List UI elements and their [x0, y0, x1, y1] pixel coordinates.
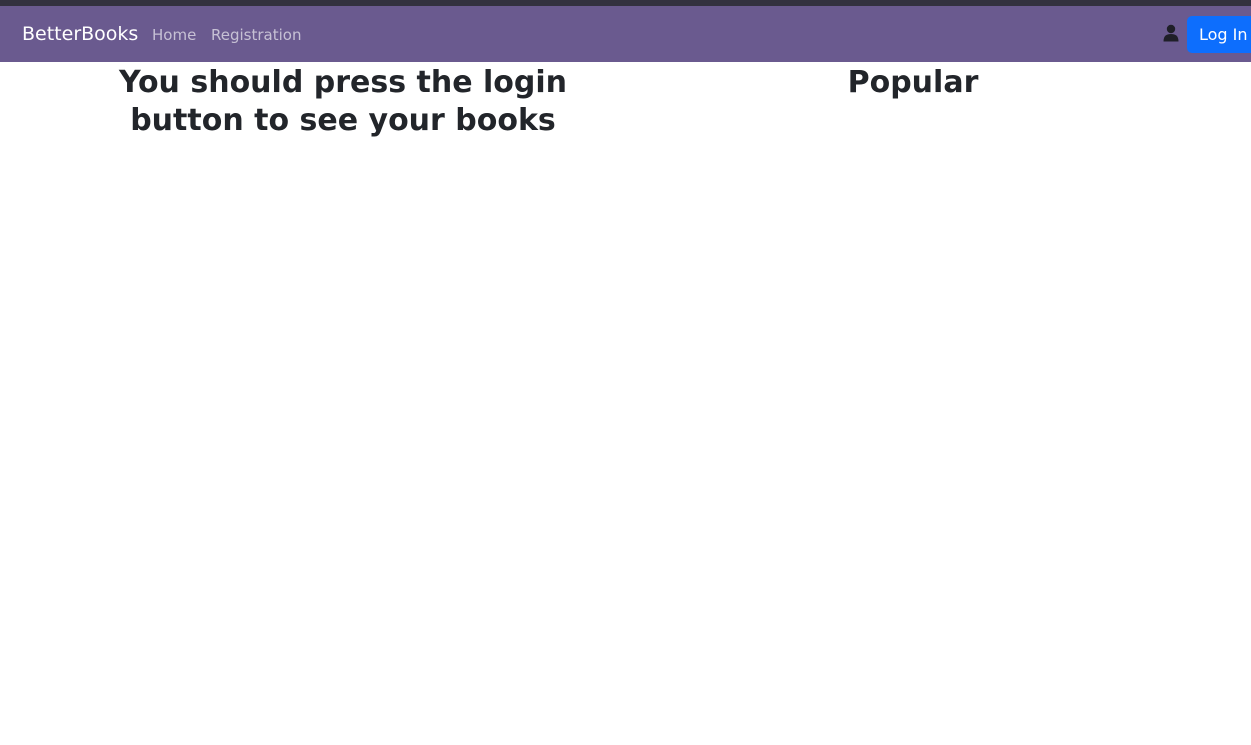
navbar: BetterBooks Home Registration Log In: [0, 6, 1251, 62]
nav-link-home[interactable]: Home: [152, 25, 196, 45]
login-button[interactable]: Log In: [1187, 16, 1251, 53]
nav-link-registration[interactable]: Registration: [211, 25, 301, 45]
user-icon: [1162, 24, 1180, 42]
login-prompt-heading: You should press the login button to see…: [118, 65, 568, 138]
brand-link[interactable]: BetterBooks: [22, 22, 138, 46]
popular-heading: Popular: [847, 65, 979, 100]
